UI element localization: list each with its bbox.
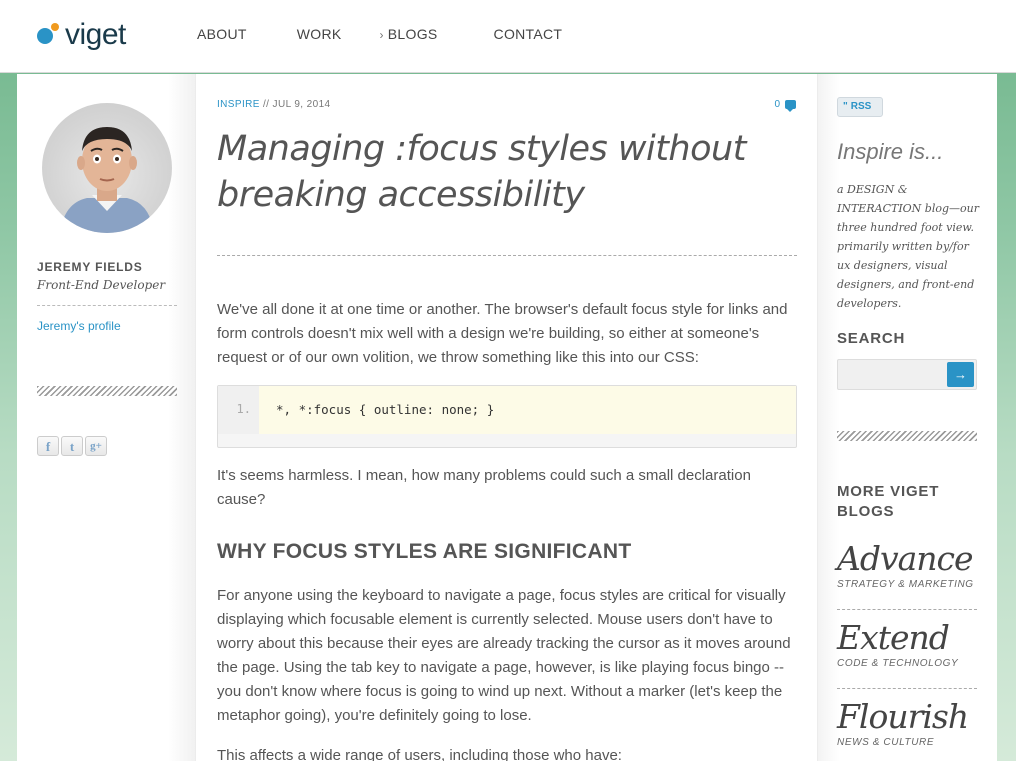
nav-item-about[interactable]: ABOUT	[197, 26, 247, 42]
search-input[interactable]	[838, 360, 948, 389]
post-title: Managing :focus styles without breaking …	[217, 129, 746, 215]
search-label: SEARCH	[837, 330, 906, 347]
arrow-right-icon: →	[954, 367, 967, 382]
divider	[217, 255, 797, 256]
post-date: JUL 9, 2014	[272, 99, 331, 110]
sidebar: ʺ RSS Inspire is... a DESIGN & INTERACTIO…	[818, 74, 997, 761]
divider	[37, 305, 177, 306]
code-block: 1. *, *:focus { outline: none; }	[217, 385, 797, 448]
blog-name: Extend	[837, 618, 950, 657]
author-avatar	[42, 103, 172, 233]
code-line-number: 1.	[218, 386, 259, 434]
meta-separator: //	[263, 99, 270, 110]
blog-link-extend[interactable]: Extend CODE & TECHNOLOGY	[837, 618, 977, 670]
main-nav: ABOUT WORK › BLOGS CONTACT	[197, 26, 612, 42]
blog-tagline: STRATEGY & MARKETING	[837, 579, 974, 590]
search-submit-button[interactable]: →	[947, 362, 974, 387]
divider	[837, 609, 977, 610]
code-line: *, *:focus { outline: none; }	[259, 386, 796, 434]
blog-link-advance[interactable]: Advance STRATEGY & MARKETING	[837, 539, 977, 591]
comment-count: 0	[774, 99, 780, 110]
body-paragraph: For anyone using the keyboard to navigat…	[217, 587, 791, 724]
hatch-divider	[37, 386, 177, 396]
article: INSPIRE // JUL 9, 2014 0 Managing :focus…	[195, 74, 818, 761]
rss-button[interactable]: ʺ RSS	[837, 97, 883, 117]
comment-count-link[interactable]: 0	[774, 99, 796, 112]
hatch-divider	[837, 431, 977, 441]
nav-item-contact[interactable]: CONTACT	[494, 26, 563, 42]
logo-mark-icon	[37, 22, 63, 48]
blog-title: Inspire is...	[837, 139, 944, 164]
trailing-paragraph: This affects a wide range of users, incl…	[217, 747, 622, 761]
nav-item-blogs-label: BLOGS	[387, 26, 438, 42]
author-profile-link[interactable]: Jeremy's profile	[37, 319, 121, 333]
page-container: JEREMY FIELDS Front-End Developer Jeremy…	[17, 74, 997, 761]
twitter-icon[interactable]: t	[61, 436, 83, 456]
comment-bubble-icon	[785, 100, 796, 112]
site-header: viget ABOUT WORK › BLOGS CONTACT	[0, 0, 1016, 73]
author-name: JEREMY FIELDS	[37, 260, 143, 274]
nav-item-work[interactable]: WORK	[297, 26, 342, 42]
intro-paragraph: We've all done it at one time or another…	[217, 301, 788, 366]
social-share: f t g+	[37, 436, 107, 456]
blog-name: Flourish	[837, 697, 969, 736]
nav-item-blogs[interactable]: › BLOGS	[380, 26, 438, 42]
author-column: JEREMY FIELDS Front-End Developer Jeremy…	[17, 74, 195, 761]
rss-icon: ʺ	[843, 101, 848, 112]
more-blogs-label: MORE VIGET BLOGS	[837, 483, 940, 520]
post-category-link[interactable]: INSPIRE	[217, 99, 260, 110]
blog-tagline: CODE & TECHNOLOGY	[837, 658, 959, 669]
blog-tagline: NEWS & CULTURE	[837, 737, 935, 748]
facebook-icon[interactable]: f	[37, 436, 59, 456]
blog-description: a DESIGN & INTERACTION blog—our three hu…	[837, 183, 979, 310]
blog-link-flourish[interactable]: Flourish NEWS & CULTURE	[837, 697, 977, 749]
post-meta: INSPIRE // JUL 9, 2014	[217, 99, 331, 110]
after-code-paragraph: It's seems harmless. I mean, how many pr…	[217, 467, 751, 508]
logo-text: viget	[65, 18, 126, 51]
chevron-right-icon: ›	[379, 28, 384, 42]
section-heading: WHY FOCUS STYLES ARE SIGNIFICANT	[217, 540, 632, 563]
divider	[837, 688, 977, 689]
avatar-portrait-icon	[60, 127, 154, 233]
author-title: Front-End Developer	[37, 278, 166, 292]
search-form: →	[837, 359, 977, 390]
blog-name: Advance	[837, 539, 974, 578]
google-plus-icon[interactable]: g+	[85, 436, 107, 456]
viget-logo[interactable]: viget	[37, 18, 126, 52]
rss-label: RSS	[850, 101, 872, 112]
